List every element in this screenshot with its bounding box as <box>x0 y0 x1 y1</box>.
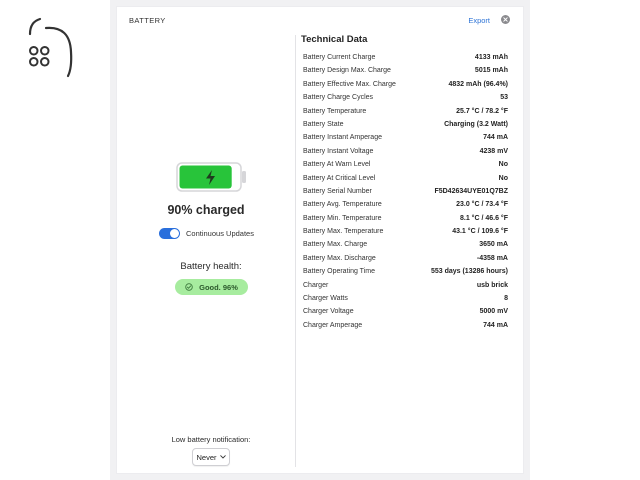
table-row: Battery State Charging (3.2 Watt) <box>303 118 508 131</box>
tech-value: 4238 mV <box>479 147 508 155</box>
continuous-updates-row: Continuous Updates <box>159 228 254 239</box>
table-row: Battery Max. Discharge -4358 mA <box>303 252 508 265</box>
tech-value: F5D42634UYE01Q7BZ <box>434 187 508 195</box>
tech-key: Battery Max. Charge <box>303 241 368 249</box>
tech-key: Battery Max. Temperature <box>303 228 384 236</box>
tech-key: Battery Charge Cycles <box>303 94 374 102</box>
table-row: Battery Current Charge 4133 mAh <box>303 51 508 64</box>
tech-key: Battery Min. Temperature <box>303 214 382 222</box>
column-divider <box>295 35 296 467</box>
table-row: Battery At Warn Level No <box>303 158 508 171</box>
battery-panel: BATTERY Export 90% charged Continuous Up… <box>116 6 524 474</box>
technical-data-table: Battery Current Charge 4133 mAh Battery De… <box>303 51 508 332</box>
tech-key: Battery Avg. Temperature <box>303 201 382 209</box>
table-row: Charger Amperage 744 mA <box>303 319 508 332</box>
tech-value: 53 <box>500 94 508 102</box>
battery-health-value: Good. 96% <box>199 282 238 292</box>
table-row: Battery Charge Cycles 53 <box>303 91 508 104</box>
continuous-updates-toggle[interactable] <box>159 228 180 239</box>
table-row: Battery Temperature 25.7 °C / 78.2 °F <box>303 105 508 118</box>
check-circle-icon <box>185 283 193 291</box>
table-row: Battery Avg. Temperature 23.0 °C / 73.4 °… <box>303 198 508 211</box>
tech-value: No <box>498 174 508 182</box>
tech-key: Charger Watts <box>303 295 348 303</box>
tech-key: Charger Amperage <box>303 321 363 329</box>
table-row: Charger Voltage 5000 mV <box>303 305 508 318</box>
tech-key: Battery Instant Voltage <box>303 147 374 155</box>
low-battery-notification-select[interactable]: Never <box>192 448 230 466</box>
tech-value: 43.1 °C / 109.6 °F <box>452 228 508 236</box>
table-row: Battery Operating Time 553 days (13286 ho… <box>303 265 508 278</box>
tech-key: Battery Operating Time <box>303 268 375 276</box>
table-row: Battery Min. Temperature 8.1 °C / 46.6 °F <box>303 212 508 225</box>
panel-title: BATTERY <box>129 16 166 25</box>
charge-percentage: 90% charged <box>167 203 245 217</box>
tech-key: Battery State <box>303 120 344 128</box>
select-value: Never <box>196 452 217 462</box>
tech-value: 5015 mAh <box>474 67 508 75</box>
table-row: Battery Instant Voltage 4238 mV <box>303 145 508 158</box>
technical-data-title: Technical Data <box>301 34 368 45</box>
table-row: Battery Instant Amperage 744 mA <box>303 131 508 144</box>
tech-value: 25.7 °C / 78.2 °F <box>456 107 508 115</box>
chevron-down-icon <box>219 455 226 459</box>
toggle-knob <box>170 229 179 238</box>
export-link[interactable]: Export <box>468 16 490 25</box>
table-row: Battery Max. Temperature 43.1 °C / 109.6 … <box>303 225 508 238</box>
battery-health-badge: Good. 96% <box>175 279 248 295</box>
battery-charging-icon <box>176 161 248 193</box>
tech-key: Charger Voltage <box>303 308 354 316</box>
tech-value: 744 mA <box>483 134 508 142</box>
app-logo-icon <box>24 12 78 82</box>
tech-value: 5000 mV <box>479 308 508 316</box>
battery-health-heading: Battery health: <box>180 261 242 272</box>
tech-value: 8.1 °C / 46.6 °F <box>459 214 508 222</box>
tech-key: Battery Current Charge <box>303 54 376 61</box>
tech-value: 744 mA <box>483 321 508 329</box>
tech-key: Battery Serial Number <box>303 187 372 195</box>
tech-key: Battery Temperature <box>303 107 367 115</box>
low-battery-notification-label: Low battery notification: <box>171 435 251 444</box>
tech-value: Charging (3.2 Watt) <box>444 120 508 128</box>
table-row: Charger usb brick <box>303 279 508 292</box>
table-row: Battery At Critical Level No <box>303 172 508 185</box>
tech-key: Charger <box>303 281 329 289</box>
tech-value: 3650 mA <box>479 241 508 249</box>
tech-value: usb brick <box>476 281 508 289</box>
tech-value: No <box>498 161 508 169</box>
tech-key: Battery Effective Max. Charge <box>303 80 396 88</box>
tech-value: 4832 mAh (96.4%) <box>448 80 508 88</box>
tech-value: 8 <box>504 295 508 303</box>
table-row: Battery Effective Max. Charge 4832 mAh (9… <box>303 78 508 91</box>
tech-value: -4358 mA <box>476 254 508 262</box>
tech-key: Battery Max. Discharge <box>303 254 376 262</box>
tech-value: 553 days (13286 hours) <box>430 268 508 276</box>
tech-key: Battery Instant Amperage <box>303 134 382 142</box>
close-icon[interactable] <box>501 15 510 24</box>
table-row: Battery Max. Charge 3650 mA <box>303 238 508 251</box>
tech-value: 23.0 °C / 73.4 °F <box>456 201 508 209</box>
table-row: Charger Watts 8 <box>303 292 508 305</box>
tech-key: Battery At Warn Level <box>303 161 371 169</box>
tech-value: 4133 mAh <box>474 54 508 61</box>
table-row: Battery Design Max. Charge 5015 mAh <box>303 64 508 77</box>
tech-key: Battery At Critical Level <box>303 174 376 182</box>
tech-key: Battery Design Max. Charge <box>303 67 391 75</box>
table-row: Battery Serial Number F5D42634UYE01Q7BZ <box>303 185 508 198</box>
continuous-updates-label: Continuous Updates <box>186 229 254 238</box>
